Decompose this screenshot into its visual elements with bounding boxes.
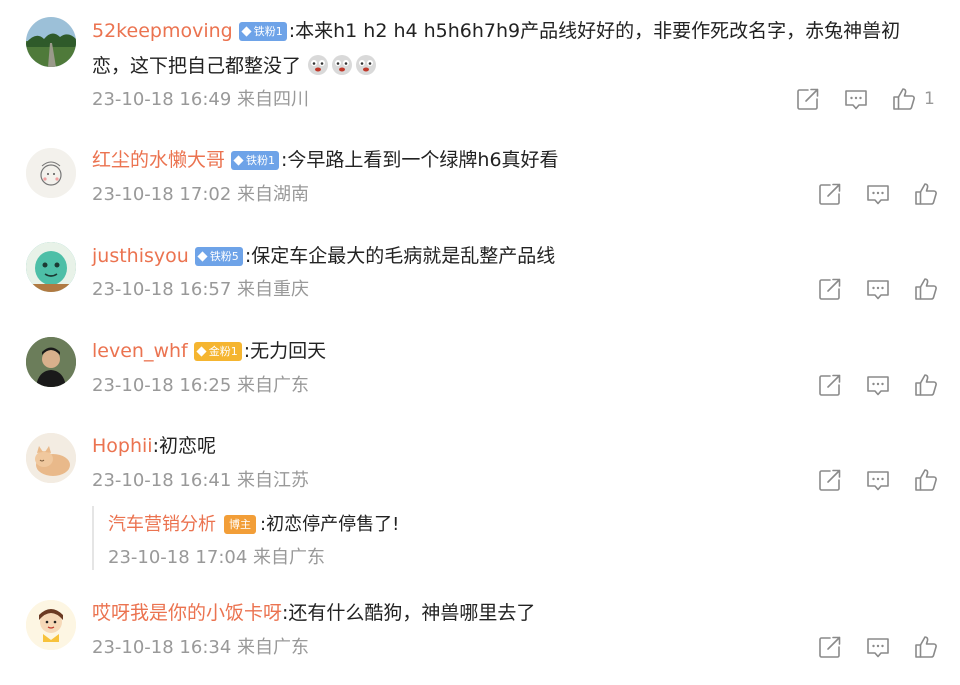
comment-meta: 23-10-18 16:34 来自广东 — [92, 637, 310, 658]
comment-meta: 23-10-18 16:49 来自四川 — [92, 89, 310, 110]
comment-text-block: leven_whf 金粉1:无力回天 — [92, 334, 930, 369]
crown-icon — [196, 346, 207, 357]
comment-text: :无力回天 — [243, 340, 327, 362]
comment-text: :还有什么酷狗，神兽哪里去了 — [282, 602, 536, 624]
reply-text-block: 汽车营销分析 博主:初恋停产停售了! — [108, 510, 399, 540]
reply-thread: 汽车营销分析 博主:初恋停产停售了! 23-10-18 17:04 来自广东 — [92, 506, 514, 570]
like-icon[interactable] — [913, 181, 939, 207]
comment-meta: 23-10-18 16:41 来自江苏 — [92, 470, 310, 491]
like-icon[interactable] — [913, 634, 939, 660]
comment-text-block: justhisyou 铁粉5:保定车企最大的毛病就是乱整产品线 — [92, 239, 930, 274]
comment-icon[interactable] — [865, 634, 891, 660]
comment-icon[interactable] — [865, 276, 891, 302]
fan-badge: 铁粉5 — [194, 247, 243, 266]
avatar[interactable] — [26, 337, 76, 387]
like-icon[interactable] — [913, 276, 939, 302]
comment-text: :初恋呢 — [152, 435, 216, 457]
comment-text-continued: 恋，这下把自己都整没了 — [92, 55, 302, 77]
comment-actions — [817, 181, 939, 207]
like-icon[interactable] — [913, 467, 939, 493]
share-icon[interactable] — [795, 86, 821, 112]
like-icon[interactable] — [913, 372, 939, 398]
comment-meta: 23-10-18 16:25 来自广东 — [92, 375, 310, 396]
reply-meta: 23-10-18 17:04 来自广东 — [108, 547, 326, 568]
reply-text: :初恋停产停售了! — [260, 514, 400, 535]
username[interactable]: leven_whf — [92, 340, 188, 362]
avatar[interactable] — [26, 17, 76, 67]
avatar-sketch-image — [26, 148, 76, 198]
comment-actions — [817, 467, 939, 493]
avatar[interactable] — [26, 433, 76, 483]
avatar-cat-image — [26, 433, 76, 483]
username[interactable]: 红尘的水懒大哥 — [92, 149, 225, 171]
comment-text-block: Hophii:初恋呢 — [92, 429, 930, 464]
username[interactable]: 52keepmoving — [92, 20, 233, 42]
share-icon[interactable] — [817, 181, 843, 207]
avatar-road-image — [26, 17, 76, 67]
avatar-girl-cartoon-image — [26, 600, 76, 650]
fan-badge: 铁粉1 — [238, 22, 287, 41]
crying-emoji-icon — [308, 55, 329, 75]
comment-text: :本来h1 h2 h4 h5h6h7h9产品线好好的，非要作死改名字，赤兔神兽初 — [288, 20, 901, 42]
comment-icon[interactable] — [865, 181, 891, 207]
avatar[interactable] — [26, 242, 76, 292]
crying-emoji-icon — [332, 55, 353, 75]
comment-actions: 1 — [795, 86, 935, 112]
author-badge: 博主 — [224, 515, 256, 534]
like-icon[interactable] — [891, 86, 917, 112]
fan-badge: 铁粉1 — [231, 151, 280, 170]
share-icon[interactable] — [817, 467, 843, 493]
share-icon[interactable] — [817, 276, 843, 302]
comment-text: :今早路上看到一个绿牌h6真好看 — [281, 149, 559, 171]
avatar[interactable] — [26, 600, 76, 650]
avatar[interactable] — [26, 148, 76, 198]
comment-icon[interactable] — [865, 372, 891, 398]
comment-actions — [817, 276, 939, 302]
emoji-group — [301, 55, 379, 77]
comment-actions — [817, 372, 939, 398]
comment-meta: 23-10-18 16:57 来自重庆 — [92, 279, 310, 300]
diamond-icon — [241, 26, 252, 37]
comment-text-block: 红尘的水懒大哥 铁粉1:今早路上看到一个绿牌h6真好看 — [92, 143, 930, 178]
comment-text-block: 哎呀我是你的小饭卡呀:还有什么酷狗，神兽哪里去了 — [92, 596, 930, 631]
avatar-cartoon-image — [26, 242, 76, 292]
comment-icon[interactable] — [865, 467, 891, 493]
comment-meta: 23-10-18 17:02 来自湖南 — [92, 184, 310, 205]
reply-username[interactable]: 汽车营销分析 — [108, 514, 216, 535]
gold-fan-badge: 金粉1 — [193, 342, 242, 361]
diamond-icon — [197, 251, 208, 262]
avatar-photo-image — [26, 337, 76, 387]
username[interactable]: 哎呀我是你的小饭卡呀 — [92, 602, 282, 624]
comment-icon[interactable] — [843, 86, 869, 112]
like-count: 1 — [924, 89, 935, 109]
share-icon[interactable] — [817, 372, 843, 398]
share-icon[interactable] — [817, 634, 843, 660]
username[interactable]: justhisyou — [92, 245, 189, 267]
comment-text: :保定车企最大的毛病就是乱整产品线 — [244, 245, 556, 267]
comment-actions — [817, 634, 939, 660]
username[interactable]: Hophii — [92, 435, 153, 457]
diamond-icon — [233, 155, 244, 166]
comment-text-block: 52keepmoving 铁粉1:本来h1 h2 h4 h5h6h7h9产品线好好… — [92, 14, 930, 84]
crying-emoji-icon — [356, 55, 377, 75]
